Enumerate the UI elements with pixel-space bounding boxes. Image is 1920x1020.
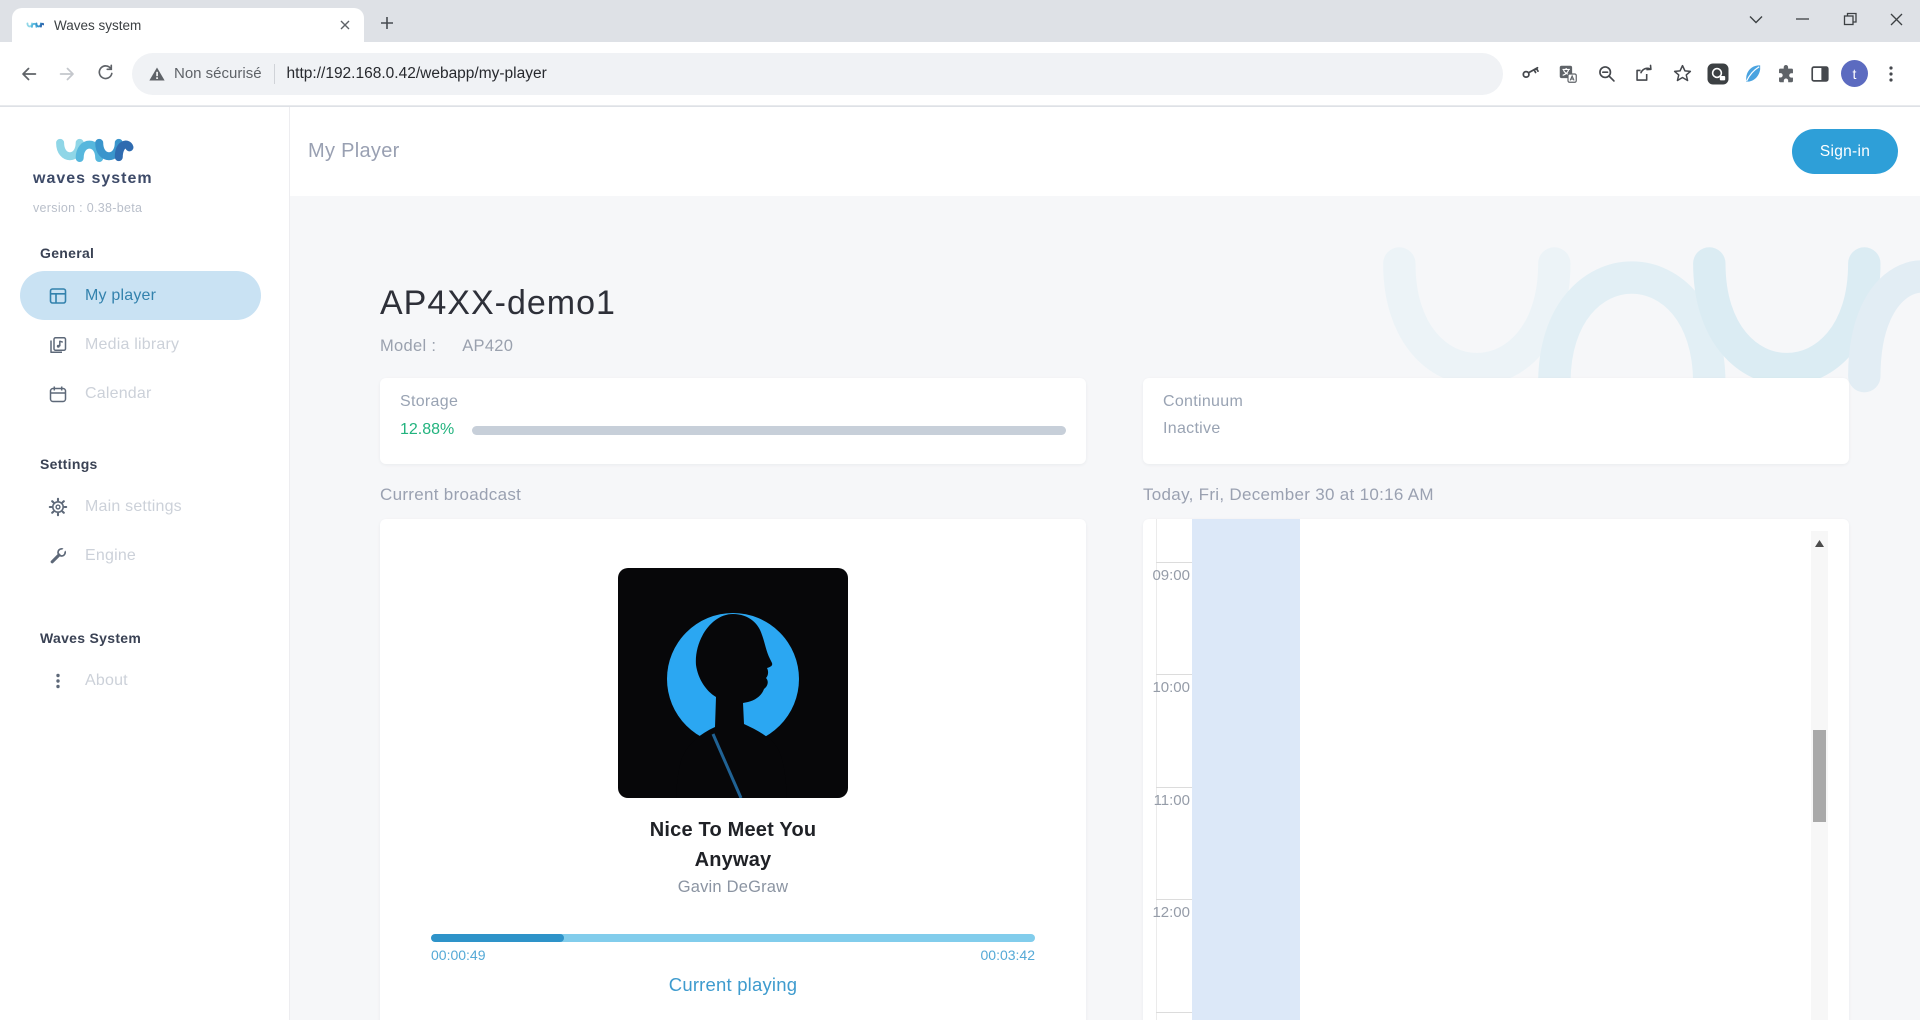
page-header: My Player Sign-in [290, 107, 1920, 196]
storage-label: Storage [400, 393, 1066, 411]
wrench-icon [48, 546, 68, 566]
storage-percent: 12.88% [400, 421, 454, 439]
hour-line [1156, 899, 1192, 900]
translate-icon[interactable] [1549, 55, 1587, 93]
gear-icon [48, 497, 68, 517]
share-icon[interactable] [1625, 55, 1663, 93]
time-slot-label: 10:00 [1143, 679, 1190, 696]
logo-text: waves system [33, 170, 289, 188]
track-artist: Gavin DeGraw [380, 878, 1086, 897]
model-value: AP420 [462, 337, 513, 355]
bookmark-star-icon[interactable] [1663, 55, 1701, 93]
hour-line [1156, 562, 1192, 563]
new-tab-button[interactable] [372, 8, 402, 38]
section-waves-system: Waves System [40, 630, 289, 646]
close-window-button[interactable] [1873, 0, 1920, 38]
version-label: version : 0.38-beta [33, 201, 289, 215]
window-layout-icon [48, 286, 68, 306]
omnibox-divider [274, 64, 275, 84]
zoom-out-icon[interactable] [1587, 55, 1625, 93]
sidebar-item-label: My player [85, 287, 156, 305]
tab-close-icon[interactable] [336, 16, 354, 34]
vertical-dots-icon [48, 671, 68, 691]
sidebar-item-label: Engine [85, 547, 136, 565]
total-time: 00:03:42 [981, 947, 1036, 963]
waves-logo-icon [50, 134, 136, 166]
content: AP4XX-demo1 Model :AP420 Storage 12.88% … [290, 196, 1920, 1020]
waves-favicon-icon [26, 18, 44, 32]
extensions-puzzle-icon[interactable] [1769, 57, 1803, 91]
time-slot-label: 12:00 [1143, 904, 1190, 921]
playback-progress-fill [431, 934, 564, 942]
address-bar[interactable]: Non sécurisé http://192.168.0.42/webapp/… [132, 53, 1503, 95]
sidebar-item-label: Calendar [85, 385, 152, 403]
elapsed-time: 00:00:49 [431, 947, 486, 963]
restore-button[interactable] [1826, 0, 1873, 38]
scroll-up-arrow-icon[interactable] [1811, 531, 1828, 555]
time-slot-label: 11:00 [1143, 792, 1190, 809]
sidebar-item-about[interactable]: About [20, 656, 261, 705]
sign-in-button[interactable]: Sign-in [1792, 129, 1898, 174]
hour-line [1156, 674, 1192, 675]
section-general: General [40, 245, 289, 261]
media-library-icon [48, 335, 68, 355]
device-name: AP4XX-demo1 [380, 284, 1849, 323]
sidebar: waves system version : 0.38-beta General… [0, 107, 290, 1020]
back-button[interactable] [10, 55, 48, 93]
section-settings: Settings [40, 456, 289, 472]
side-panel-icon[interactable] [1803, 57, 1837, 91]
storage-progressbar [472, 426, 1066, 435]
extension-camera-icon[interactable] [1701, 57, 1735, 91]
sidebar-item-label: About [85, 672, 128, 690]
sidebar-item-label: Main settings [85, 498, 182, 516]
continuum-card: Continuum Inactive [1143, 378, 1849, 464]
time-slot-label: 09:00 [1143, 567, 1190, 584]
tab-search-chevron-icon[interactable] [1732, 0, 1779, 38]
calendar-panel[interactable]: 09:00 10:00 11:00 12:00 13:00 [1143, 519, 1849, 1020]
calendar-icon [48, 384, 68, 404]
broadcast-panel: Nice To Meet You Anyway Gavin DeGraw 00:… [380, 519, 1086, 1020]
url-text: http://192.168.0.42/webapp/my-player [287, 65, 547, 83]
scrollbar-thumb[interactable] [1813, 730, 1826, 822]
browser-tabstrip: Waves system [0, 0, 1920, 42]
extension-feather-icon[interactable] [1735, 57, 1769, 91]
minimize-button[interactable] [1779, 0, 1826, 38]
playback-progressbar[interactable] [431, 934, 1035, 942]
model-label: Model : [380, 337, 436, 355]
calendar-gutter-line [1156, 519, 1157, 1020]
forward-button[interactable] [48, 55, 86, 93]
sidebar-item-calendar[interactable]: Calendar [20, 369, 261, 418]
calendar-today-column [1192, 519, 1300, 1020]
profile-avatar[interactable]: t [1841, 60, 1868, 87]
security-label: Non sécurisé [174, 65, 262, 82]
page-title: My Player [308, 140, 400, 163]
storage-card: Storage 12.88% [380, 378, 1086, 464]
track-title: Nice To Meet You Anyway [380, 815, 1086, 875]
calendar-scrollbar[interactable] [1811, 531, 1828, 1020]
hour-line [1156, 787, 1192, 788]
not-secure-warning-icon [148, 66, 166, 82]
continuum-status: Inactive [1163, 420, 1829, 438]
browser-toolbar: Non sécurisé http://192.168.0.42/webapp/… [0, 42, 1920, 106]
sidebar-item-media-library[interactable]: Media library [20, 320, 261, 369]
reload-button[interactable] [86, 55, 124, 93]
device-model: Model : AP420 [380, 337, 1849, 356]
current-playing-link[interactable]: Current playing [380, 974, 1086, 996]
calendar-date-heading: Today, Fri, December 30 at 10:16 AM [1143, 485, 1849, 505]
sidebar-item-label: Media library [85, 336, 179, 354]
sidebar-item-engine[interactable]: Engine [20, 531, 261, 580]
window-controls [1732, 0, 1920, 42]
album-art [618, 568, 848, 798]
browser-menu-kebab-icon[interactable] [1872, 55, 1910, 93]
hour-line [1156, 1012, 1192, 1013]
password-key-icon[interactable] [1511, 55, 1549, 93]
current-broadcast-label: Current broadcast [380, 485, 1086, 505]
sidebar-item-main-settings[interactable]: Main settings [20, 482, 261, 531]
main-area: My Player Sign-in AP4XX-demo1 Model : AP4… [290, 107, 1920, 1020]
tab-title: Waves system [54, 18, 336, 33]
continuum-label: Continuum [1163, 393, 1829, 411]
webapp-page: waves system version : 0.38-beta General… [0, 107, 1920, 1020]
browser-tab[interactable]: Waves system [12, 8, 364, 42]
sidebar-item-my-player[interactable]: My player [20, 271, 261, 320]
